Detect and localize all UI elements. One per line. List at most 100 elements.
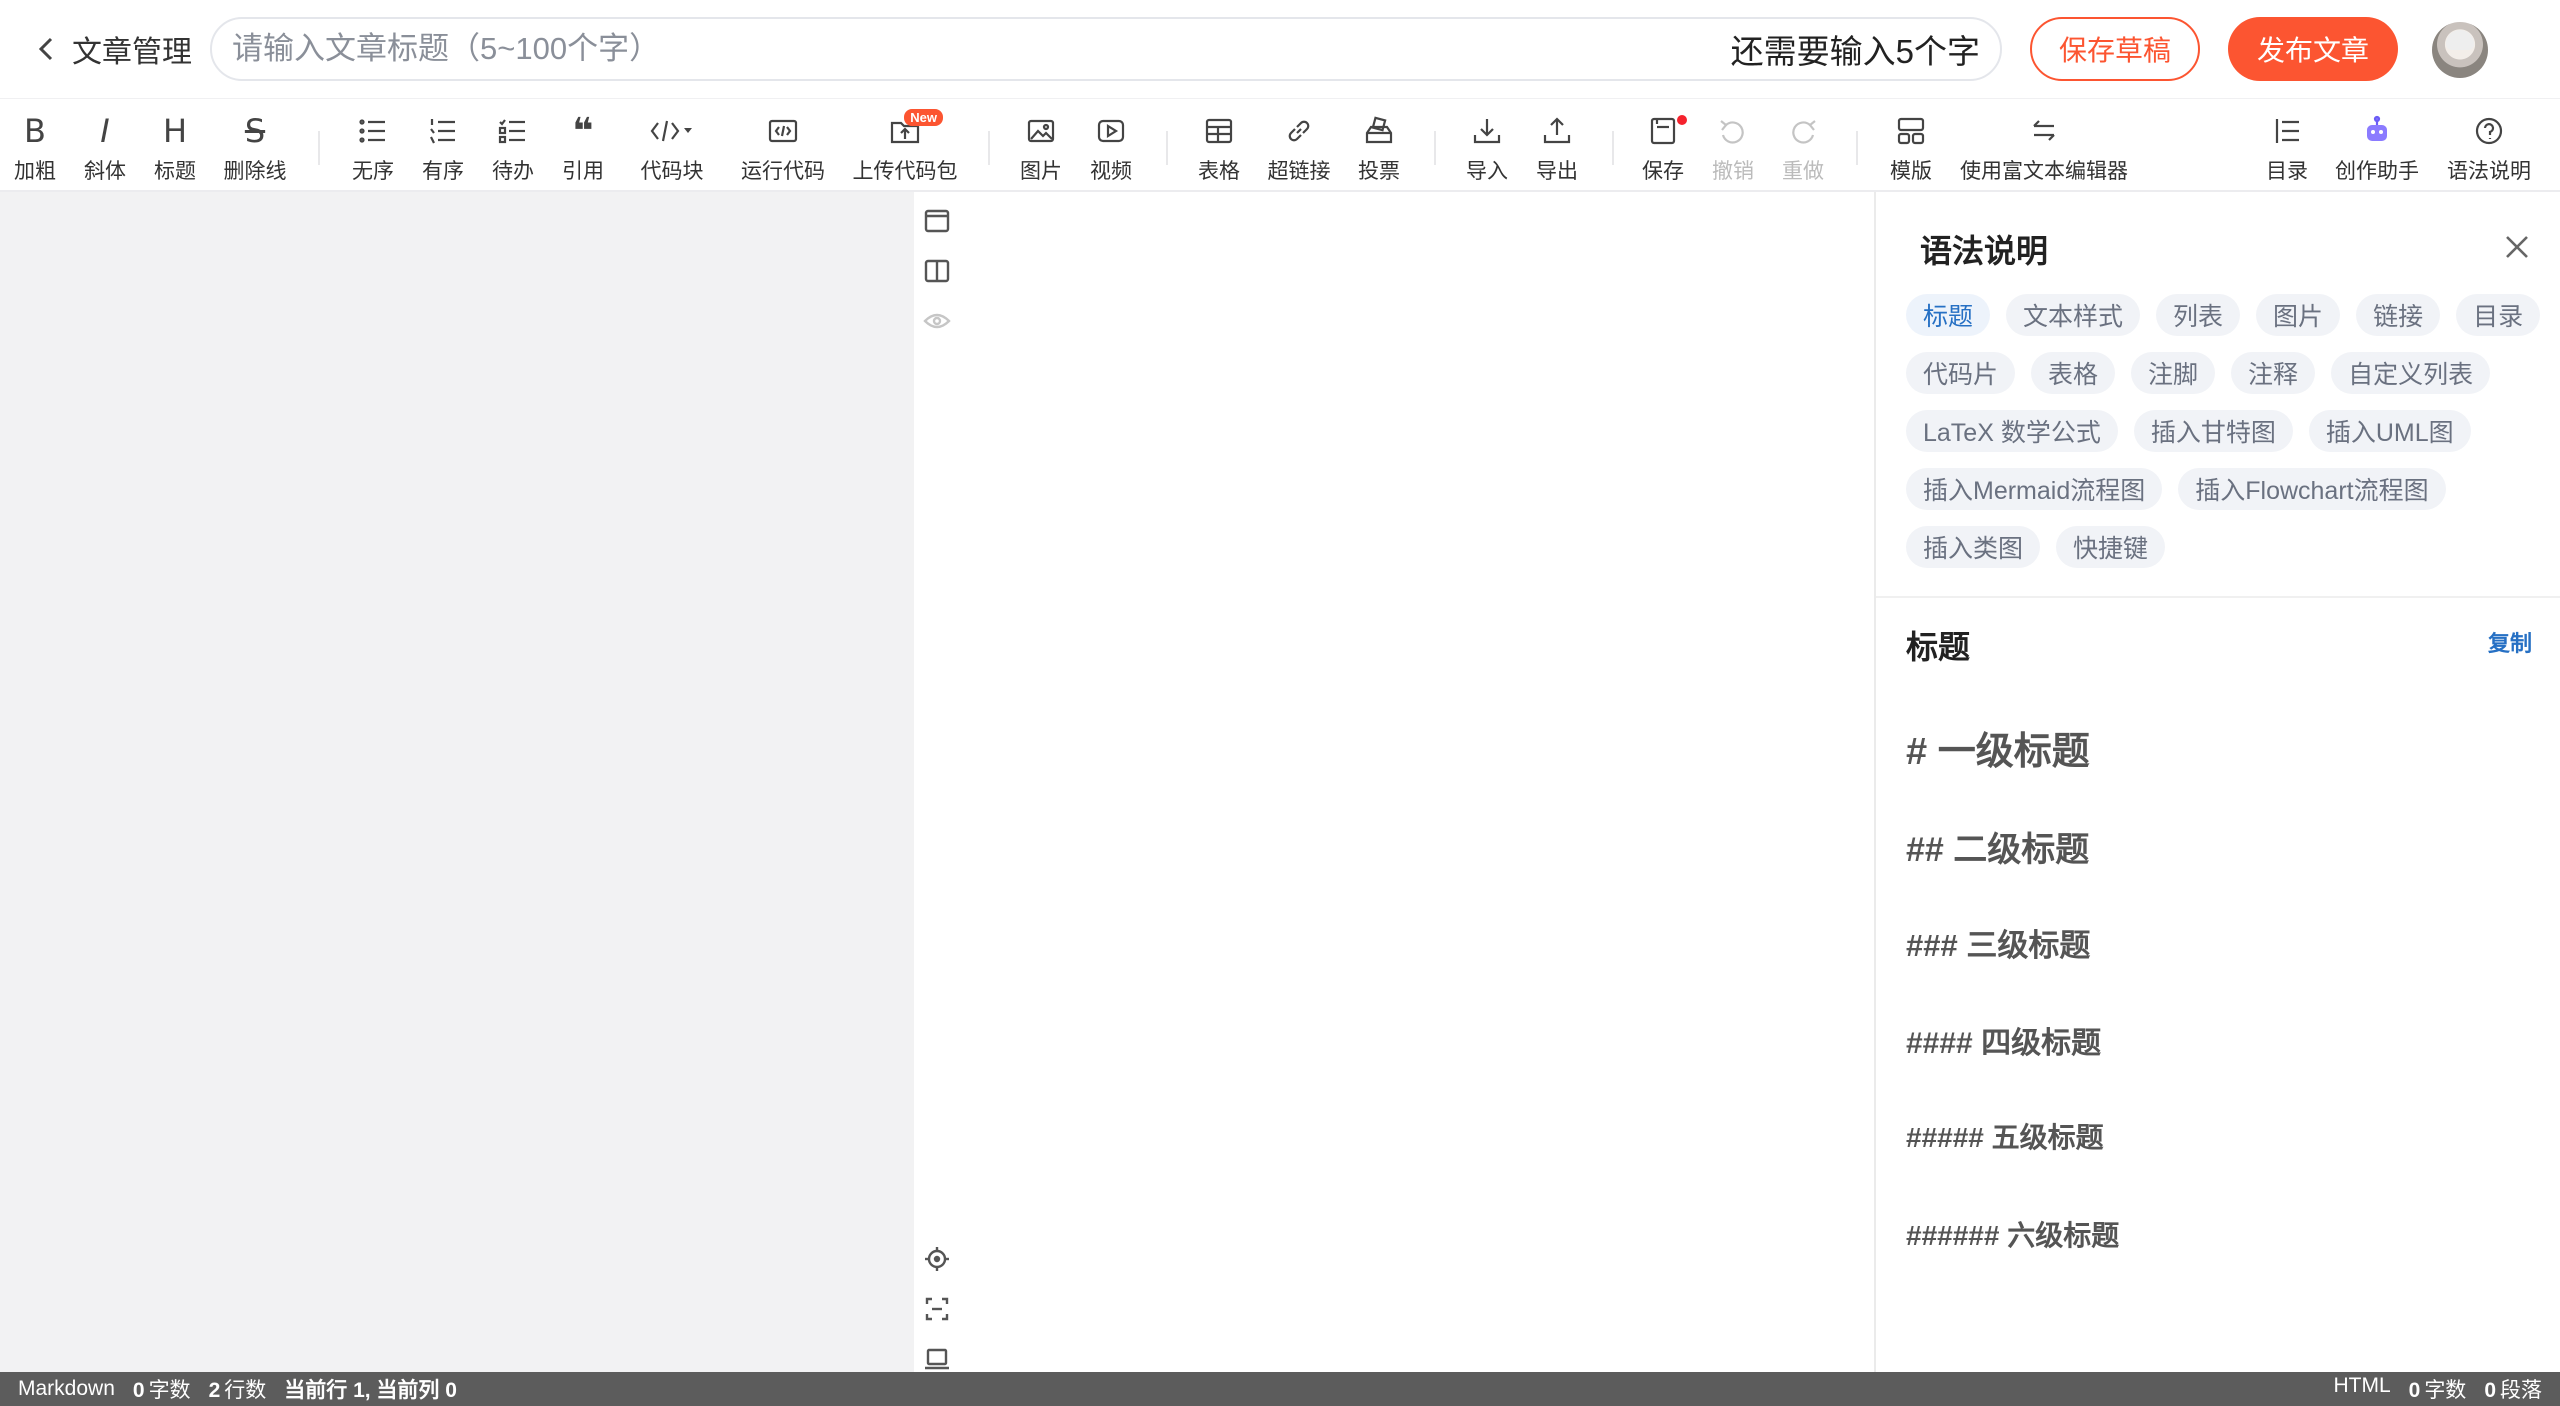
toolbar-divider <box>1856 131 1858 165</box>
template-button[interactable]: 模版 <box>1886 113 1936 185</box>
import-button[interactable]: 导入 <box>1462 113 1512 185</box>
unordered-list-icon <box>359 119 385 143</box>
toc-icon <box>2275 119 2299 143</box>
copy-button[interactable]: 复制 <box>2488 626 2532 658</box>
focus-mode-button[interactable] <box>922 1294 952 1324</box>
back-to-article-management[interactable]: 文章管理 <box>34 26 192 72</box>
upload-code-package-button[interactable]: New 上传代码包 <box>852 109 958 185</box>
syntax-tag[interactable]: 插入Flowchart流程图 <box>2178 468 2446 510</box>
code-block-label: 代码块 <box>640 160 704 183</box>
syntax-tag[interactable]: 链接 <box>2356 294 2441 336</box>
syntax-tag[interactable]: 插入Mermaid流程图 <box>1906 468 2163 510</box>
toc-label: 目录 <box>2266 160 2308 183</box>
syntax-tag[interactable]: 列表 <box>2156 294 2241 336</box>
syntax-tag[interactable]: 目录 <box>2456 294 2541 336</box>
video-button[interactable]: 视频 <box>1086 113 1136 185</box>
split-view-button[interactable] <box>922 256 952 286</box>
bold-label: 加粗 <box>14 160 56 183</box>
undo-icon <box>1720 120 1744 144</box>
avatar[interactable] <box>2432 22 2488 78</box>
article-title-box: 还需要输入5个字 <box>210 17 2002 81</box>
quote-button[interactable]: ❝ 引用 <box>558 111 608 185</box>
syntax-tag[interactable]: 标题 <box>1906 294 1991 336</box>
syntax-tag[interactable]: 注释 <box>2231 352 2316 394</box>
status-right: HTML 0 字数 0 段落 <box>2333 1374 2542 1404</box>
bold-icon: B <box>24 112 46 150</box>
syntax-tag[interactable]: 注脚 <box>2131 352 2216 394</box>
undo-button[interactable]: 撤销 <box>1708 113 1758 185</box>
unsaved-dot <box>1677 115 1687 125</box>
preview-only-button[interactable] <box>922 306 952 336</box>
html-char-count-label: 字数 <box>2424 1379 2467 1402</box>
expand-icon <box>925 1297 949 1321</box>
run-code-icon <box>768 119 798 143</box>
save-icon <box>1650 117 1676 145</box>
syntax-tag[interactable]: LaTeX 数学公式 <box>1906 410 2118 452</box>
save-draft-button[interactable]: 保存草稿 <box>2030 17 2200 81</box>
preview-pane <box>960 192 1874 1372</box>
heading-example-5: ##### 五级标题 <box>1906 1122 2104 1153</box>
redo-button[interactable]: 重做 <box>1778 113 1828 185</box>
status-bar: Markdown 0 字数 2 行数 当前行 1, 当前列 0 HTML 0 字数 0… <box>0 1372 2560 1406</box>
upload-icon <box>1543 117 1571 144</box>
cursor-position-value: 当前行 1, 当前列 0 <box>284 1379 457 1402</box>
syntax-tag[interactable]: 文本样式 <box>2006 294 2141 336</box>
unordered-list-label: 无序 <box>352 160 394 183</box>
publish-article-button[interactable]: 发布文章 <box>2228 17 2398 81</box>
heading-button[interactable]: H 标题 <box>150 112 200 185</box>
syntax-tag[interactable]: 插入甘特图 <box>2133 410 2293 452</box>
code-block-button[interactable]: 代码块 <box>636 113 708 185</box>
ordered-list-button[interactable]: 有序 <box>418 113 468 185</box>
syntax-tag[interactable]: 图片 <box>2256 294 2341 336</box>
run-code-button[interactable]: 运行代码 <box>738 113 828 185</box>
italic-button[interactable]: I 斜体 <box>80 112 130 185</box>
todo-list-button[interactable]: 待办 <box>488 113 538 185</box>
toolbar-divider <box>1166 131 1168 165</box>
help-icon <box>2475 117 2503 145</box>
strikethrough-button[interactable]: S 删除线 <box>222 112 288 185</box>
strikethrough-label: 删除线 <box>223 160 287 183</box>
vote-button[interactable]: 投票 <box>1354 113 1404 185</box>
rich-text-editor-label: 使用富文本编辑器 <box>1960 160 2128 183</box>
syntax-tag[interactable]: 表格 <box>2031 352 2116 394</box>
image-button[interactable]: 图片 <box>1016 113 1066 185</box>
import-label: 导入 <box>1466 160 1508 183</box>
editor-only-view-button[interactable] <box>922 206 952 236</box>
link-icon <box>1288 120 1310 142</box>
article-title-input[interactable] <box>232 31 1731 67</box>
hyperlink-button[interactable]: 超链接 <box>1266 113 1332 185</box>
syntax-help-button[interactable]: 语法说明 <box>2444 113 2534 185</box>
redo-icon <box>1792 120 1816 144</box>
toc-button[interactable]: 目录 <box>2262 113 2312 185</box>
syntax-tag[interactable]: 快捷键 <box>2056 526 2166 568</box>
panel-close-button[interactable] <box>2502 232 2532 262</box>
heading-example-3: ### 三级标题 <box>1906 928 2091 963</box>
syntax-tag[interactable]: 代码片 <box>1906 352 2016 394</box>
char-count: 0 字数 <box>133 1374 191 1404</box>
syntax-tag[interactable]: 自定义列表 <box>2331 352 2491 394</box>
table-button[interactable]: 表格 <box>1194 113 1244 185</box>
locate-cursor-button[interactable] <box>922 1244 952 1274</box>
markdown-editor-pane[interactable] <box>0 192 914 1372</box>
writing-assistant-label: 创作助手 <box>2335 160 2419 183</box>
split-view-icon <box>924 259 950 283</box>
code-icon <box>650 120 692 142</box>
syntax-tag[interactable]: 插入UML图 <box>2308 410 2471 452</box>
paragraph-count: 0 段落 <box>2484 1374 2542 1404</box>
syntax-tag[interactable]: 插入类图 <box>1906 526 2041 568</box>
html-char-count-value: 0 <box>2408 1379 2421 1402</box>
save-button[interactable]: 保存 <box>1638 113 1688 185</box>
syntax-help-panel: 语法说明 标题 文本样式 列表 图片 链接 目录 代码片 表格 注脚 注释 自定义列表 LaTeX 数… <box>1874 192 2560 1372</box>
fullscreen-button[interactable] <box>922 1344 952 1374</box>
unordered-list-button[interactable]: 无序 <box>348 113 398 185</box>
robot-icon <box>2367 115 2387 141</box>
editor-only-icon <box>924 209 950 233</box>
bold-button[interactable]: B 加粗 <box>10 112 60 185</box>
writing-assistant-button[interactable]: 创作助手 <box>2332 113 2422 185</box>
view-mode-column <box>914 192 960 1372</box>
run-code-label: 运行代码 <box>741 160 825 183</box>
export-button[interactable]: 导出 <box>1532 113 1582 185</box>
ordered-list-label: 有序 <box>422 160 464 183</box>
rich-text-editor-button[interactable]: 使用富文本编辑器 <box>1958 113 2130 185</box>
export-label: 导出 <box>1536 160 1578 183</box>
